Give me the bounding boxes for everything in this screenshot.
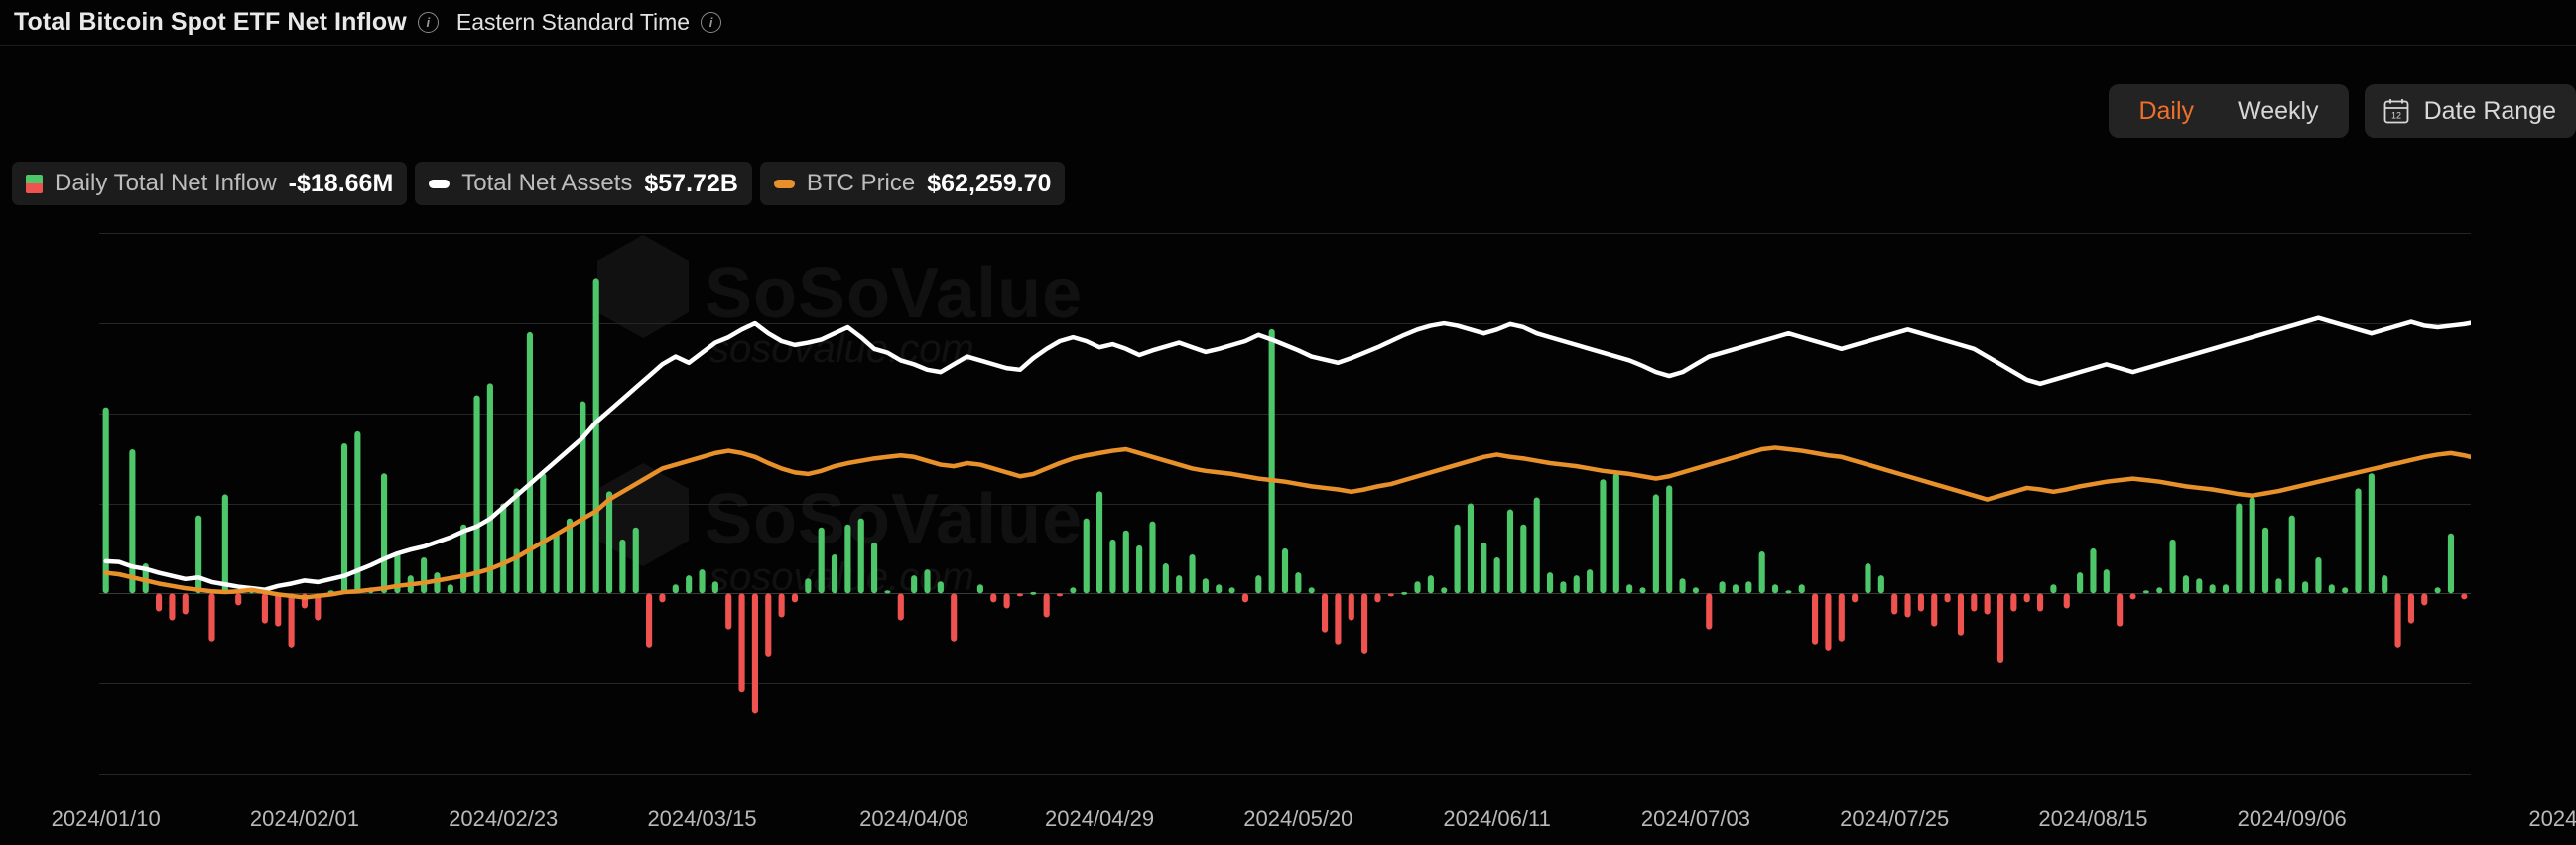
- split-square-swatch-icon: [26, 174, 43, 193]
- x-axis-tick: 2024/05/20: [1243, 806, 1353, 831]
- legend-item-btc-price[interactable]: BTC Price $62,259.70: [759, 162, 1066, 205]
- line-series-layer: [99, 233, 2471, 774]
- x-axis-tick: 2024/06/11: [1443, 806, 1551, 831]
- date-range-label: Date Range: [2423, 96, 2556, 125]
- frequency-toggle-group: Daily Weekly: [2109, 84, 2349, 138]
- x-axis-tick: 2024/04/29: [1045, 806, 1155, 831]
- calendar-icon: 12: [2383, 97, 2410, 125]
- x-axis-tick: 2024/01/10: [51, 806, 161, 831]
- plot-region[interactable]: 1.2B900M600M300M0−300M−600M 70B60B50B40B…: [52, 233, 2576, 831]
- chart-toolbar: Daily Weekly 12 Date Range: [2109, 83, 2576, 139]
- gridline: [99, 774, 2471, 775]
- timezone-label: Eastern Standard Time: [455, 9, 691, 35]
- page-title: Total Bitcoin Spot ETF Net Inflow: [14, 8, 407, 36]
- page-header: Total Bitcoin Spot ETF Net Inflow i East…: [0, 0, 2576, 46]
- legend-value-total-net-assets: $57.72B: [644, 169, 738, 197]
- legend-label-total-net-assets: Total Net Assets: [461, 170, 633, 196]
- legend-value-btc-price: $62,259.70: [927, 169, 1052, 197]
- x-axis-tick: 2024/07/03: [1640, 806, 1750, 831]
- title-info-icon[interactable]: i: [417, 12, 439, 33]
- x-axis-tick: 2024/07/25: [1840, 806, 1950, 831]
- legend-label-daily-net-inflow: Daily Total Net Inflow: [55, 170, 277, 196]
- legend-value-daily-net-inflow: -$18.66M: [288, 169, 394, 197]
- frequency-option-weekly[interactable]: Weekly: [2216, 90, 2341, 132]
- legend-label-btc-price: BTC Price: [806, 170, 916, 196]
- chart-legend: Daily Total Net Inflow -$18.66M Total Ne…: [12, 162, 1066, 205]
- x-axis-tick: 2024/09/06: [2237, 806, 2347, 831]
- legend-item-total-net-assets[interactable]: Total Net Assets $57.72B: [415, 162, 752, 205]
- x-axis-tick: 2024/03/15: [647, 806, 757, 831]
- frequency-option-daily[interactable]: Daily: [2117, 90, 2216, 132]
- x-axis-tick: 2024/02/01: [249, 806, 360, 831]
- date-range-button[interactable]: 12 Date Range: [2364, 84, 2576, 138]
- x-axis-tick: 2024/10/08: [2528, 806, 2576, 831]
- x-axis-tick: 2024/08/15: [2038, 806, 2148, 831]
- x-axis-tick: 2024/04/08: [859, 806, 969, 831]
- line-total-net-assets: [106, 316, 2471, 590]
- line-swatch-icon-btc-price: [773, 179, 795, 188]
- legend-item-daily-net-inflow[interactable]: Daily Total Net Inflow -$18.66M: [12, 162, 408, 205]
- line-btc-price: [106, 447, 2471, 597]
- x-axis-tick: 2024/02/23: [449, 806, 559, 831]
- timezone-info-icon[interactable]: i: [701, 12, 722, 33]
- svg-text:12: 12: [2391, 111, 2401, 121]
- chart-area[interactable]: SoSoValue sosovalue.com SoSoValue sosova…: [0, 213, 2576, 845]
- line-swatch-icon-total-net-assets: [429, 179, 451, 188]
